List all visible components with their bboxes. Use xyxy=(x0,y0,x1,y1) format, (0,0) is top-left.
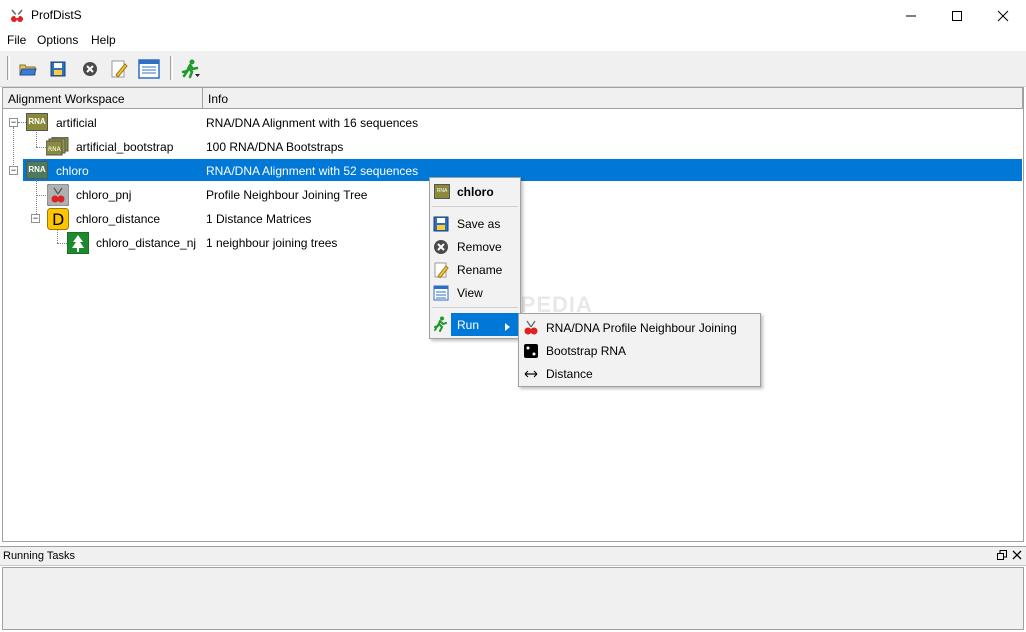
running-tasks-header xyxy=(0,546,1026,566)
toolbar-grip[interactable] xyxy=(7,56,10,80)
tree-connector xyxy=(36,132,37,147)
collapse-chloro-distance-toggle[interactable]: − xyxy=(31,214,40,223)
maximize-icon xyxy=(952,10,962,21)
close-icon xyxy=(997,10,1009,21)
tree-node-label[interactable]: chloro_distance_nj xyxy=(96,236,196,250)
toolbar-separator xyxy=(170,56,173,80)
tree-icon xyxy=(66,231,90,257)
submenu-profile-neighbour-joining[interactable]: RNA/DNA Profile Neighbour Joining xyxy=(546,321,737,335)
rna-icon: RNA xyxy=(434,184,450,199)
context-menu-run-label[interactable]: Run xyxy=(457,318,479,332)
tree-node-label[interactable]: chloro_pnj xyxy=(76,188,131,202)
window-title: ProfDistS xyxy=(31,8,82,22)
context-menu-save-as[interactable]: Save as xyxy=(457,217,500,231)
context-menu-rename[interactable]: Rename xyxy=(457,263,502,277)
restore-panel-button[interactable] xyxy=(996,549,1008,564)
view-icon xyxy=(138,59,160,79)
restore-icon xyxy=(997,550,1007,560)
title-bar xyxy=(0,0,1026,31)
open-button[interactable] xyxy=(16,57,40,81)
column-header-workspace[interactable]: Alignment Workspace xyxy=(3,88,203,109)
remove-icon xyxy=(433,239,449,258)
collapse-chloro-toggle[interactable]: − xyxy=(9,166,18,175)
close-window-button[interactable] xyxy=(980,0,1026,31)
view-button[interactable] xyxy=(137,57,161,81)
tree-connector xyxy=(18,122,26,123)
run-icon xyxy=(433,316,449,335)
save-icon xyxy=(50,61,66,77)
remove-icon xyxy=(83,62,97,76)
save-icon xyxy=(433,216,449,235)
rename-button[interactable] xyxy=(107,57,131,81)
minimize-icon xyxy=(906,15,916,16)
rna-icon: RNA xyxy=(26,113,48,131)
tree-node-info: 1 neighbour joining trees xyxy=(206,236,338,250)
submenu-bootstrap-rna[interactable]: Bootstrap RNA xyxy=(546,344,626,358)
app-logo-icon xyxy=(9,8,25,24)
rename-icon xyxy=(111,60,128,78)
distance-matrix-icon: D xyxy=(47,208,69,233)
menu-help[interactable]: Help xyxy=(91,33,116,47)
distance-arrow-icon xyxy=(523,366,539,385)
pnj-icon xyxy=(523,320,539,339)
tree-connector xyxy=(57,243,67,244)
rna-stack-icon: RNA xyxy=(45,136,70,160)
menu-bar xyxy=(0,31,1026,51)
context-menu-remove[interactable]: Remove xyxy=(457,240,502,254)
submenu-distance[interactable]: Distance xyxy=(546,367,593,381)
selected-row-highlight xyxy=(23,159,1022,181)
tree-node-info: Profile Neighbour Joining Tree xyxy=(206,188,368,202)
remove-button[interactable] xyxy=(78,57,102,81)
tree-node-label[interactable]: chloro_distance xyxy=(76,212,160,226)
context-menu-view[interactable]: View xyxy=(457,286,483,300)
save-button[interactable] xyxy=(46,57,70,81)
collapse-artificial-toggle[interactable]: − xyxy=(9,118,18,127)
open-icon xyxy=(19,64,37,76)
tree-connector xyxy=(36,180,37,214)
close-panel-button[interactable] xyxy=(1011,549,1023,564)
dice-icon xyxy=(523,343,539,362)
tree-node-info: RNA/DNA Alignment with 16 sequences xyxy=(206,116,419,130)
tree-node-info: 100 RNA/DNA Bootstraps xyxy=(206,140,344,154)
pnj-icon xyxy=(46,183,70,209)
running-tasks-panel xyxy=(2,567,1024,630)
menu-separator xyxy=(432,206,518,207)
rename-icon xyxy=(433,262,449,281)
tree-connector xyxy=(36,147,46,148)
tree-node-info: RNA/DNA Alignment with 52 sequences xyxy=(206,164,419,178)
running-tasks-title: Running Tasks xyxy=(3,550,75,562)
menu-separator xyxy=(432,307,518,308)
tree-node-label[interactable]: artificial xyxy=(56,116,97,130)
maximize-button[interactable] xyxy=(934,0,980,31)
svg-text:RNA: RNA xyxy=(48,146,62,153)
tree-node-label[interactable]: artificial_bootstrap xyxy=(76,140,173,154)
rna-icon: RNA xyxy=(26,161,48,179)
column-header-info[interactable]: Info xyxy=(203,88,1023,109)
menu-file[interactable]: File xyxy=(7,33,26,47)
tree-connector xyxy=(36,195,46,196)
svg-text:D: D xyxy=(52,210,64,229)
close-icon xyxy=(1012,550,1022,560)
submenu-arrow-icon xyxy=(505,320,511,334)
minimize-button[interactable] xyxy=(888,0,934,31)
run-icon xyxy=(181,59,200,79)
view-icon xyxy=(433,285,449,304)
menu-options[interactable]: Options xyxy=(37,33,78,47)
tree-node-label[interactable]: chloro xyxy=(56,164,89,178)
context-menu-header: chloro xyxy=(457,185,494,199)
run-button[interactable] xyxy=(179,57,203,81)
tree-node-info: 1 Distance Matrices xyxy=(206,212,312,226)
